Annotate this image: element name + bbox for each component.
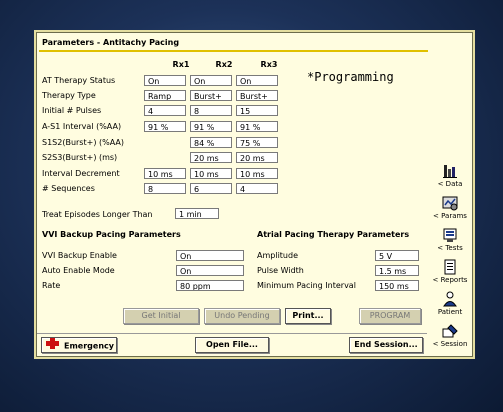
get-initial-button[interactable]: Get Initial xyxy=(123,308,199,324)
sidebar-item-params[interactable]: < Params xyxy=(431,195,469,220)
a-s1-interval-rx1[interactable]: 91 % xyxy=(144,121,186,132)
row-label-therapy-type: Therapy Type xyxy=(42,91,96,100)
column-header-rx2: Rx2 xyxy=(215,60,233,69)
sequences-rx3[interactable]: 4 xyxy=(236,183,278,194)
patient-icon xyxy=(443,291,457,307)
reports-icon xyxy=(444,259,456,275)
row-label-a-s1-interval: A-S1 Interval (%AA) xyxy=(42,122,122,131)
interval-decrement-rx2[interactable]: 10 ms xyxy=(190,168,232,179)
sidebar-label-tests: < Tests xyxy=(437,244,463,252)
emergency-icon xyxy=(46,338,59,354)
s1s2-rx1 xyxy=(144,137,186,148)
vvi-backup-enable-field[interactable]: On xyxy=(176,250,244,261)
sidebar-label-data: < Data xyxy=(437,180,463,188)
sidebar-item-session[interactable]: < Session xyxy=(431,323,469,348)
sidebar-item-patient[interactable]: Patient xyxy=(431,291,469,316)
therapy-type-rx3[interactable]: Burst+ xyxy=(236,90,278,101)
treat-episodes-label: Treat Episodes Longer Than xyxy=(42,210,153,219)
sequences-rx2[interactable]: 6 xyxy=(190,183,232,194)
s2s3-rx3[interactable]: 20 ms xyxy=(236,152,278,163)
sequences-rx1[interactable]: 8 xyxy=(144,183,186,194)
sidebar-item-data[interactable]: < Data xyxy=(431,163,469,188)
sidebar-label-session: < Session xyxy=(432,340,468,348)
session-icon xyxy=(442,324,458,338)
s1s2-rx3[interactable]: 75 % xyxy=(236,137,278,148)
sidebar-label-reports: < Reports xyxy=(432,276,468,284)
s1s2-rx2[interactable]: 84 % xyxy=(190,137,232,148)
pulse-width-label: Pulse Width xyxy=(257,266,304,275)
window-title: Parameters - Antitachy Pacing xyxy=(39,36,428,52)
programming-status: *Programming xyxy=(307,70,394,84)
a-s1-interval-rx3[interactable]: 91 % xyxy=(236,121,278,132)
sidebar-label-patient: Patient xyxy=(437,308,463,316)
sidebar-item-reports[interactable]: < Reports xyxy=(431,259,469,284)
rate-field[interactable]: 80 ppm xyxy=(176,280,244,291)
interval-decrement-rx1[interactable]: 10 ms xyxy=(144,168,186,179)
amplitude-field[interactable]: 5 V xyxy=(375,250,419,261)
a-s1-interval-rx2[interactable]: 91 % xyxy=(190,121,232,132)
initial-pulses-rx2[interactable]: 8 xyxy=(190,105,232,116)
initial-pulses-rx3[interactable]: 15 xyxy=(236,105,278,116)
auto-enable-mode-label: Auto Enable Mode xyxy=(42,266,115,275)
emergency-label: Emergency xyxy=(64,341,114,351)
treat-episodes-field[interactable]: 1 min xyxy=(175,208,219,219)
sidebar-item-tests[interactable]: < Tests xyxy=(431,227,469,252)
amplitude-label: Amplitude xyxy=(257,251,298,260)
end-session-button[interactable]: End Session... xyxy=(349,337,423,353)
therapy-type-rx2[interactable]: Burst+ xyxy=(190,90,232,101)
emergency-button[interactable]: Emergency xyxy=(41,337,117,353)
at-therapy-status-rx3[interactable]: On xyxy=(236,75,278,86)
parameters-window: Parameters - Antitachy Pacing Rx1 Rx2 Rx… xyxy=(36,32,473,357)
print-button[interactable]: Print... xyxy=(285,308,331,324)
row-label-initial-pulses: Initial # Pulses xyxy=(42,106,102,115)
sidebar-label-params: < Params xyxy=(433,212,467,220)
params-icon xyxy=(442,196,458,211)
bottom-toolbar: Emergency Open File... End Session... xyxy=(37,333,427,357)
row-label-s2s3: S2S3(Burst+) (ms) xyxy=(42,153,118,162)
atrial-section-title: Atrial Pacing Therapy Parameters xyxy=(257,230,410,239)
therapy-type-rx1[interactable]: Ramp xyxy=(144,90,186,101)
s2s3-rx2[interactable]: 20 ms xyxy=(190,152,232,163)
interval-decrement-rx3[interactable]: 10 ms xyxy=(236,168,278,179)
s2s3-rx1 xyxy=(144,152,186,163)
program-button[interactable]: PROGRAM xyxy=(359,308,421,324)
undo-pending-button[interactable]: Undo Pending xyxy=(204,308,280,324)
data-icon xyxy=(443,165,457,178)
column-header-rx1: Rx1 xyxy=(172,60,190,69)
rate-label: Rate xyxy=(42,281,61,290)
pulse-width-field[interactable]: 1.5 ms xyxy=(375,265,419,276)
open-file-button[interactable]: Open File... xyxy=(195,337,269,353)
min-pacing-interval-field[interactable]: 150 ms xyxy=(375,280,419,291)
at-therapy-status-rx2[interactable]: On xyxy=(190,75,232,86)
row-label-interval-decrement: Interval Decrement xyxy=(42,169,120,178)
tests-icon xyxy=(443,228,457,242)
auto-enable-mode-field[interactable]: On xyxy=(176,265,244,276)
column-header-rx3: Rx3 xyxy=(260,60,278,69)
at-therapy-status-rx1[interactable]: On xyxy=(144,75,186,86)
row-label-at-therapy-status: AT Therapy Status xyxy=(42,76,116,85)
row-label-sequences: # Sequences xyxy=(42,184,95,193)
row-label-s1s2: S1S2(Burst+) (%AA) xyxy=(42,138,124,147)
vvi-section-title: VVI Backup Pacing Parameters xyxy=(42,230,181,239)
vvi-backup-enable-label: VVI Backup Enable xyxy=(42,251,117,260)
parameters-panel: Parameters - Antitachy Pacing Rx1 Rx2 Rx… xyxy=(37,33,428,333)
initial-pulses-rx1[interactable]: 4 xyxy=(144,105,186,116)
min-pacing-interval-label: Minimum Pacing Interval xyxy=(257,281,356,290)
